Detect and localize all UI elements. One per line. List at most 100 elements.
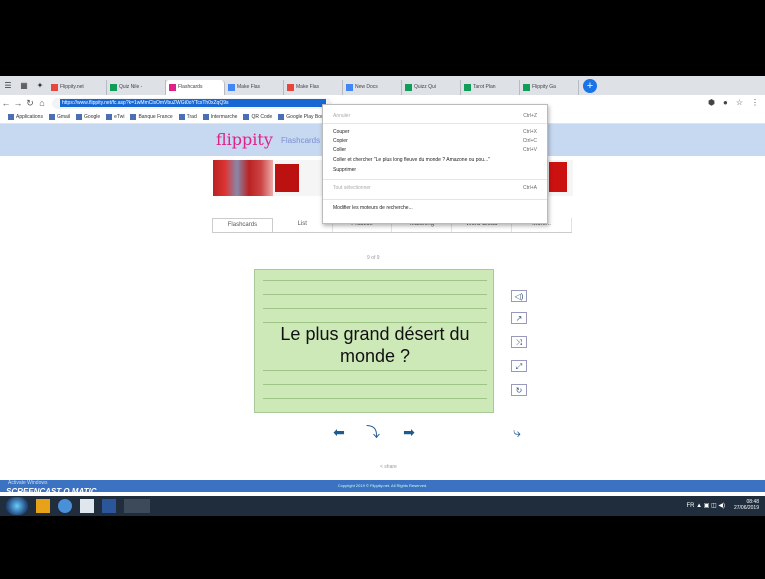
word-icon[interactable] [102,499,116,513]
url-text: https://www.flippity.net/fc.asp?k=1wMmCl… [60,99,326,107]
page-subtitle: Flashcards [281,136,321,145]
speaker-icon[interactable]: ◁) [511,290,527,302]
start-button[interactable] [6,497,28,515]
app-icon[interactable]: ▦ [18,81,30,91]
flip-all-icon[interactable]: ⤷ [506,424,528,440]
window-thumbnail-icon[interactable] [124,499,150,513]
page-footer: Copyright 2019 © Flippity.net. All Right… [0,480,765,492]
bookmark-item[interactable]: Google [76,114,100,120]
menu-shortcut: Ctrl+V [522,147,537,153]
card-rule [263,280,487,281]
new-tab-button[interactable]: + [583,78,597,93]
screencast-logo: SCREENCAST O MATIC [6,487,97,496]
context-menu-item[interactable]: Tout sélectionner [333,185,371,191]
shuffle-icon[interactable]: ⤨ [511,336,527,348]
context-menu-item[interactable]: Couper [333,129,349,135]
activation-watermark: Activate Windows [8,480,48,486]
card-text: Le plus grand désert du monde ? [280,324,470,366]
tab-favicon-icon [464,83,471,91]
context-menu-item[interactable]: Coller [333,147,346,153]
expand-icon[interactable]: ↗ [511,312,527,324]
home-icon[interactable]: ⌂ [36,98,48,108]
banner-image [213,160,273,196]
bookmark-icon [106,114,113,120]
bookmark-item[interactable]: eTwi [106,114,124,120]
menu-shortcut: Ctrl+Z [523,113,537,119]
card-rule [263,398,487,399]
context-menu-item[interactable]: Coller et chercher "Le plus long fleuve … [333,157,490,163]
bookmark-item[interactable]: Intermarche [202,114,237,120]
context-menu-item[interactable]: Annuler [333,113,350,119]
browser-tab[interactable]: Make Flas [284,79,343,95]
tab-favicon-icon [228,83,235,91]
tab-favicon-icon [169,83,176,91]
menu-icon[interactable]: ☰ [2,81,14,91]
bookmark-item[interactable]: Banque France [130,114,173,120]
back-icon[interactable]: ← [0,98,12,108]
flip-card-icon[interactable]: ⤵ [362,424,384,440]
tab-label: Make Flas [237,84,261,90]
profile-icon[interactable]: ● [723,98,728,107]
clock[interactable]: 08:48 27/06/2019 [734,499,759,511]
tab-favicon-icon [110,83,117,91]
bookmark-item[interactable]: Trad [178,114,197,120]
menu-shortcut: Ctrl+C [522,138,537,144]
tab-label: Flippity.net [60,84,84,90]
settings-icon[interactable]: ⋮ [751,98,759,107]
tab-label: New Docs [355,84,378,90]
tab-flashcards[interactable]: Flashcards [212,218,273,232]
banner-logo [275,164,299,192]
card-rule [263,294,487,295]
browser-tab[interactable]: Flashcards [166,79,225,95]
banner-badge [549,162,567,192]
tab-favicon-icon [51,83,58,91]
browser-tab[interactable]: Flippity Ga [520,79,579,95]
system-tray-icons[interactable]: FR ▲ ▣ ◫ ◀) [686,502,725,509]
bookmark-icon [130,114,137,120]
bookmark-star-icon[interactable]: ☆ [736,98,743,107]
restart-icon[interactable]: ↻ [511,384,527,396]
browser-tab[interactable]: Quizz Qui [402,79,461,95]
bookmark-item[interactable]: Applications [8,114,43,120]
bookmark-label: Applications [16,114,43,120]
chrome-icon[interactable] [58,499,72,513]
extension-icon[interactable]: ⬢ [708,98,715,107]
tab-label: Quiz Nile - [119,84,143,90]
screen: ☰ ▦ ✦ Flippity.net Quiz Nile - Flashcards M… [0,76,765,516]
bookmark-item[interactable]: QR Code [243,114,272,120]
browser-tab[interactable]: Make Flas [225,79,284,95]
browser-tab[interactable]: Flippity.net [48,79,107,95]
previous-card-icon[interactable]: ⬅ [328,424,350,440]
tab-favicon-icon [287,83,294,91]
context-menu-item[interactable]: Supprimer [333,167,356,173]
browser-tab-strip: ☰ ▦ ✦ Flippity.net Quiz Nile - Flashcards M… [0,76,765,95]
browser-tab[interactable]: Tarot Plan [461,79,520,95]
url-input[interactable]: https://www.flippity.net/fc.asp?k=1wMmCl… [52,97,332,109]
reload-icon[interactable]: ↻ [24,98,36,109]
tab-label: Flashcards [178,84,203,90]
tab-label: Quizz Qui [414,84,436,90]
pin-icon[interactable]: ✦ [34,81,46,91]
bookmark-item[interactable]: Gmail [48,114,70,120]
screencast-icon[interactable] [80,499,94,513]
share-link[interactable]: < share [380,464,397,470]
tab-label: Flippity Ga [532,84,556,90]
flippity-logo[interactable]: flippity [216,130,273,149]
context-menu-item[interactable]: Modifier les moteurs de recherche... [333,205,413,211]
flashcard[interactable]: Le plus grand désert du monde ? [254,269,494,413]
menu-separator [323,123,547,124]
fullscreen-icon[interactable]: ⤢ [511,360,527,372]
context-menu-item[interactable]: Copier [333,138,348,144]
card-rule [263,384,487,385]
browser-tab[interactable]: New Docs [343,79,402,95]
forward-icon[interactable]: → [12,98,24,108]
bookmark-icon [278,114,285,120]
explorer-icon[interactable] [36,499,50,513]
next-card-icon[interactable]: ➡ [398,424,420,440]
bookmark-label: eTwi [114,114,125,120]
windows-taskbar [0,496,765,516]
tabs-container: Flippity.net Quiz Nile - Flashcards Make Fl… [48,77,579,95]
language-indicator: FR [686,503,695,509]
tab-favicon-icon [523,83,530,91]
browser-tab[interactable]: Quiz Nile - [107,79,166,95]
